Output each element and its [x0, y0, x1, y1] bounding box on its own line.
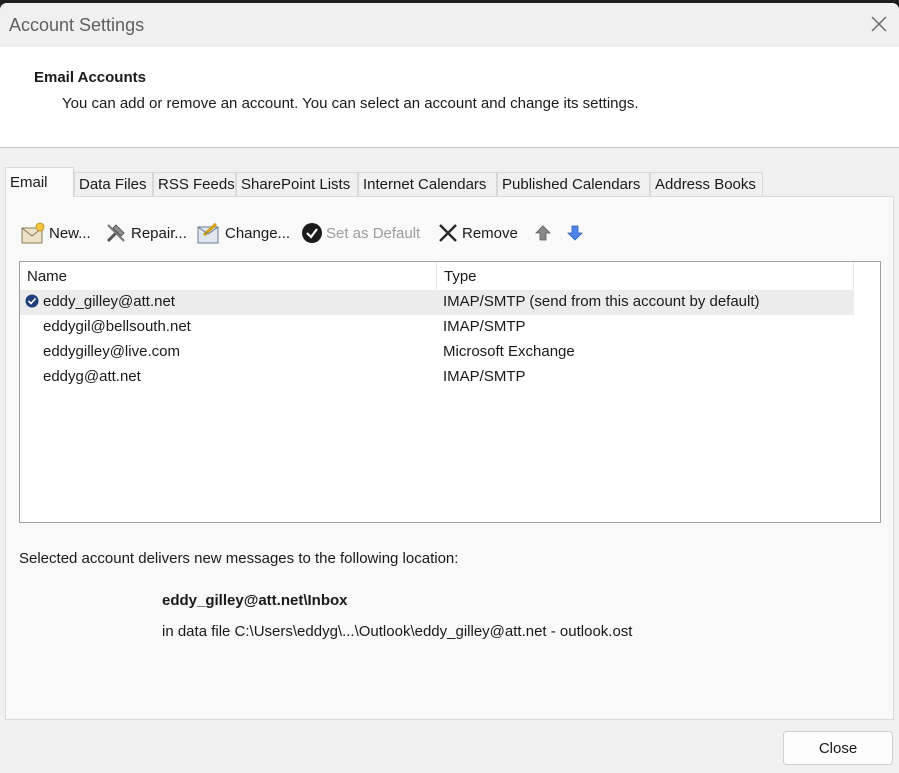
email-tab-panel: New... Repair... Change... Set as Defaul… [5, 196, 894, 720]
tab-email[interactable]: Email [5, 167, 74, 197]
repair-account-label: Repair... [131, 224, 187, 242]
account-type: IMAP/SMTP [443, 368, 526, 385]
account-toolbar: New... Repair... Change... Set as Defaul… [20, 219, 880, 247]
account-row[interactable]: eddygilley@live.com Microsoft Exchange [20, 340, 854, 365]
tab-strip: Email Data Files RSS Feeds SharePoint Li… [5, 167, 895, 197]
account-settings-dialog: Account Settings Email Accounts You can … [0, 3, 899, 773]
accounts-list[interactable]: Name Type eddy_gilley@att.net IMAP/SMTP … [19, 261, 881, 523]
delivery-data-file: in data file C:\Users\eddyg\...\Outlook\… [162, 623, 633, 640]
header-description: You can add or remove an account. You ca… [62, 95, 639, 112]
account-name: eddygilley@live.com [43, 343, 180, 360]
change-account-label: Change... [225, 224, 291, 242]
tab-sharepoint-lists[interactable]: SharePoint Lists [236, 172, 358, 196]
account-row[interactable]: eddygil@bellsouth.net IMAP/SMTP [20, 315, 854, 340]
account-name: eddygil@bellsouth.net [43, 318, 191, 335]
new-mail-icon [21, 222, 45, 244]
new-account-label: New... [49, 224, 91, 242]
change-account-button[interactable]: Change... [196, 219, 290, 247]
account-name: eddyg@att.net [43, 368, 141, 385]
account-type: Microsoft Exchange [443, 343, 575, 360]
account-row[interactable]: eddy_gilley@att.net IMAP/SMTP (send from… [20, 290, 854, 315]
arrow-down-icon [567, 225, 583, 241]
header-panel: Email Accounts You can add or remove an … [0, 47, 899, 148]
tab-data-files[interactable]: Data Files [74, 172, 153, 196]
remove-x-icon [439, 224, 457, 242]
move-up-button[interactable] [534, 219, 555, 247]
close-window-icon[interactable] [868, 13, 890, 35]
delivery-location-label: Selected account delivers new messages t… [19, 550, 459, 567]
close-button[interactable]: Close [783, 731, 893, 765]
repair-account-button[interactable]: Repair... [104, 219, 187, 247]
change-settings-icon [197, 222, 219, 244]
window-title: Account Settings [9, 15, 145, 35]
title-bar: Account Settings [0, 3, 899, 47]
set-as-default-label: Set as Default [326, 224, 421, 242]
account-row[interactable]: eddyg@att.net IMAP/SMTP [20, 365, 854, 390]
arrow-up-icon [535, 225, 551, 241]
default-account-check-icon [25, 294, 39, 308]
tab-internet-calendars[interactable]: Internet Calendars [358, 172, 497, 196]
account-type: IMAP/SMTP [443, 318, 526, 335]
column-header-type[interactable]: Type [437, 262, 854, 290]
column-header-name[interactable]: Name [20, 262, 437, 290]
tab-rss-feeds[interactable]: RSS Feeds [153, 172, 236, 196]
repair-tools-icon [106, 224, 125, 243]
tab-address-books[interactable]: Address Books [650, 172, 763, 196]
move-down-button[interactable] [566, 219, 587, 247]
accounts-list-header: Name Type [20, 262, 854, 290]
tab-published-calendars[interactable]: Published Calendars [497, 172, 650, 196]
set-as-default-button[interactable]: Set as Default [301, 219, 420, 247]
remove-account-button[interactable]: Remove [437, 219, 518, 247]
delivery-folder-path: eddy_gilley@att.net\Inbox [162, 592, 348, 609]
account-name: eddy_gilley@att.net [43, 293, 175, 310]
header-title: Email Accounts [34, 69, 146, 86]
new-account-button[interactable]: New... [20, 219, 91, 247]
default-check-icon [302, 223, 322, 243]
remove-account-label: Remove [462, 224, 518, 242]
account-type: IMAP/SMTP (send from this account by def… [443, 293, 760, 310]
